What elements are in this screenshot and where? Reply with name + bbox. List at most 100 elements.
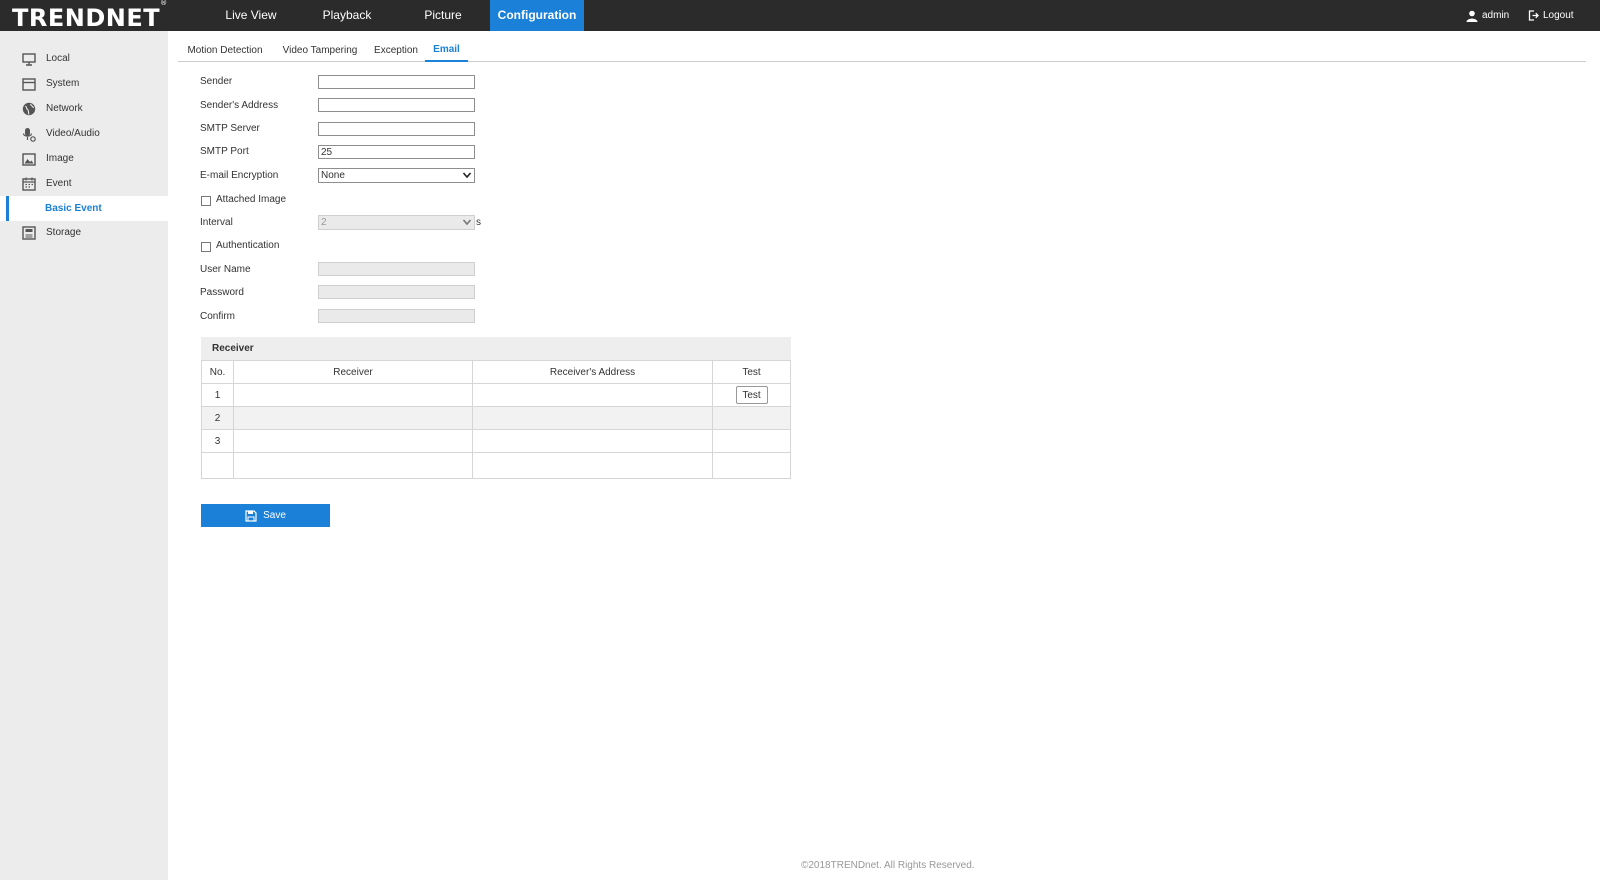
column-header-no: No. (201, 360, 234, 384)
sidebar-item-local[interactable]: Local (0, 46, 168, 71)
event-tabs: Motion Detection Video Tampering Excepti… (178, 42, 1586, 62)
receiver-section: Receiver No. Receiver Receiver's Address… (201, 337, 791, 479)
logo-text: TRENDNET (12, 4, 161, 32)
smtp-port-input[interactable] (318, 145, 475, 159)
user-icon (1466, 10, 1478, 22)
receiver-name-cell[interactable] (233, 406, 473, 430)
table-row-empty (201, 452, 791, 479)
nav-picture[interactable]: Picture (400, 0, 486, 31)
table-row: 3 (201, 429, 791, 453)
test-button[interactable]: Test (735, 386, 768, 404)
interval-selected-value: 2 (321, 217, 327, 228)
receiver-section-title: Receiver (201, 337, 791, 360)
microphone-icon (21, 126, 37, 142)
smtp-server-label: SMTP Server (200, 123, 260, 134)
sidebar-item-label: Network (46, 103, 83, 114)
password-input[interactable] (318, 285, 475, 299)
receiver-name-cell[interactable] (233, 429, 473, 453)
image-icon (21, 151, 37, 167)
table-row: 1 Test (201, 383, 791, 407)
tab-exception[interactable]: Exception (370, 42, 422, 62)
chevron-down-icon (462, 219, 472, 226)
confirm-password-input[interactable] (318, 309, 475, 323)
sidebar-item-storage[interactable]: Storage (0, 220, 168, 245)
logout-icon (1528, 10, 1539, 21)
password-label: Password (200, 287, 244, 298)
sidebar-item-system[interactable]: System (0, 71, 168, 96)
empty-cell (472, 452, 713, 479)
row-number: 1 (201, 383, 234, 407)
sidebar-item-label: Video/Audio (46, 128, 100, 139)
confirm-label: Confirm (200, 311, 236, 322)
row-number: 2 (201, 406, 234, 430)
save-button[interactable]: Save (201, 504, 330, 527)
logout-button[interactable]: Logout (1528, 0, 1574, 31)
nav-playback[interactable]: Playback (304, 0, 390, 31)
column-header-address: Receiver's Address (472, 360, 713, 384)
receiver-name-cell[interactable] (233, 383, 473, 407)
receiver-table: No. Receiver Receiver's Address Test 1 T… (201, 360, 791, 479)
sidebar-item-event[interactable]: Event (0, 171, 168, 196)
username-input[interactable] (318, 262, 475, 276)
smtp-server-input[interactable] (318, 122, 475, 136)
empty-cell (201, 452, 234, 479)
logo-trademark: ® (160, 0, 168, 7)
sidebar-item-basic-event[interactable]: Basic Event (0, 196, 168, 221)
nav-configuration[interactable]: Configuration (490, 0, 584, 31)
column-header-receiver: Receiver (233, 360, 473, 384)
logout-label: Logout (1543, 10, 1574, 21)
sidebar-item-network[interactable]: Network (0, 96, 168, 121)
receiver-address-cell[interactable] (472, 383, 713, 407)
sidebar-item-label: Storage (46, 227, 82, 238)
top-bar: TRENDNET® Live View Playback Picture Con… (0, 0, 1600, 32)
sender-label: Sender (200, 76, 233, 87)
tab-motion-detection[interactable]: Motion Detection (178, 42, 272, 62)
sidebar-item-label: Local (46, 53, 70, 64)
sidebar-item-label: Event (46, 178, 72, 189)
sidebar-item-image[interactable]: Image (0, 146, 168, 171)
storage-icon (21, 225, 37, 241)
test-cell (712, 429, 791, 453)
column-header-test: Test (712, 360, 791, 384)
save-icon (245, 509, 257, 522)
interval-label: Interval (200, 217, 233, 228)
interval-unit: s (476, 217, 481, 228)
receiver-address-cell[interactable] (472, 406, 713, 430)
encryption-label: E-mail Encryption (200, 170, 279, 181)
sender-address-input[interactable] (318, 98, 475, 112)
tab-email[interactable]: Email (425, 42, 468, 62)
authentication-checkbox[interactable] (201, 242, 211, 252)
nav-live-view[interactable]: Live View (208, 0, 294, 31)
table-row: 2 (201, 406, 791, 430)
interval-select[interactable]: 2 (318, 215, 475, 230)
system-icon (21, 76, 37, 92)
chevron-down-icon (462, 172, 472, 179)
table-header-row: No. Receiver Receiver's Address Test (201, 360, 791, 384)
trendnet-logo: TRENDNET® (12, 0, 168, 32)
attached-image-checkbox[interactable] (201, 196, 211, 206)
sidebar-item-label: Basic Event (45, 203, 102, 214)
sender-input[interactable] (318, 75, 475, 89)
user-menu[interactable]: admin (1466, 0, 1509, 31)
receiver-address-cell[interactable] (472, 429, 713, 453)
test-cell (712, 406, 791, 430)
calendar-icon (21, 176, 37, 192)
sidebar-item-video-audio[interactable]: Video/Audio (0, 121, 168, 146)
tab-video-tampering[interactable]: Video Tampering (278, 42, 362, 62)
encryption-select[interactable]: None (318, 168, 475, 183)
copyright-footer: ©2018TRENDnet. All Rights Reserved. (801, 860, 975, 871)
username: admin (1482, 10, 1510, 21)
monitor-icon (21, 51, 37, 67)
sidebar-item-label: Image (46, 153, 74, 164)
empty-cell (712, 452, 791, 479)
sidebar: Local System Network Video/Audio Image E… (0, 31, 168, 880)
username-label: User Name (200, 264, 251, 275)
globe-icon (21, 101, 37, 117)
sidebar-item-label: System (46, 78, 80, 89)
save-label: Save (263, 510, 286, 521)
encryption-selected-value: None (321, 170, 345, 181)
test-cell: Test (712, 383, 791, 407)
sender-address-label: Sender's Address (200, 100, 279, 111)
smtp-port-label: SMTP Port (200, 146, 249, 157)
empty-cell (233, 452, 473, 479)
